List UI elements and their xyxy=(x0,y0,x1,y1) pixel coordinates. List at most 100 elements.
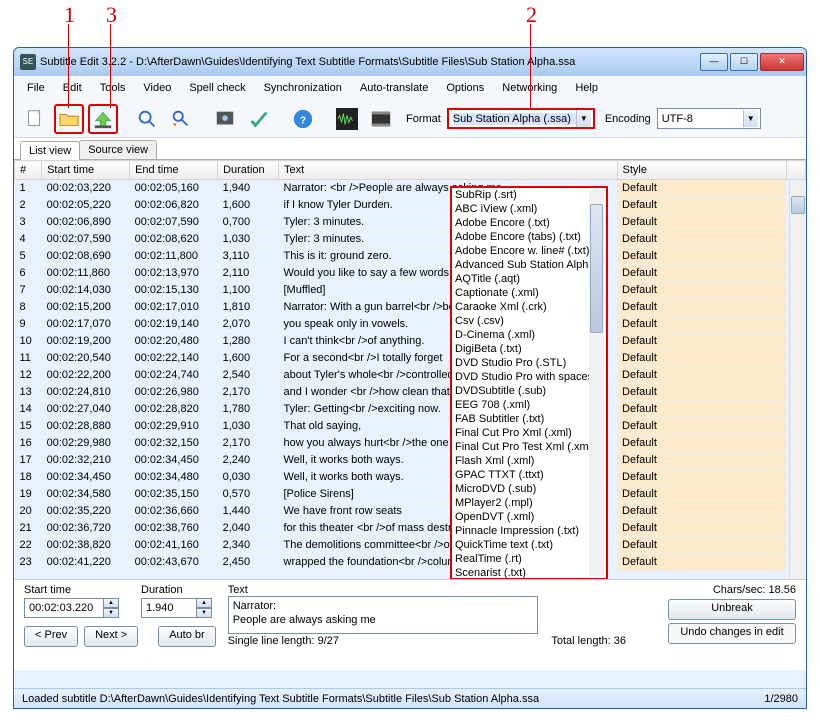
table-row[interactable]: 100:02:03,22000:02:05,1601,940Narrator: … xyxy=(15,180,806,197)
text-input[interactable]: Narrator:People are always asking me xyxy=(228,596,538,634)
help-button[interactable]: ? xyxy=(288,104,318,134)
dropdown-item[interactable]: Final Cut Pro Xml (.xml) xyxy=(452,426,606,440)
dropdown-item[interactable]: Scenarist (.txt) xyxy=(452,566,606,578)
table-row[interactable]: 2300:02:41,22000:02:43,6702,450wrapped t… xyxy=(15,554,806,571)
charssec-label: Chars/sec: 18.56 xyxy=(713,584,796,596)
visual-sync-button[interactable] xyxy=(210,104,240,134)
dropdown-item[interactable]: EEG 708 (.xml) xyxy=(452,398,606,412)
dropdown-item[interactable]: AQTitle (.aqt) xyxy=(452,272,606,286)
table-row[interactable]: 1400:02:27,04000:02:28,8201,780Tyler: Ge… xyxy=(15,401,806,418)
subtitle-grid[interactable]: # Start time End time Duration Text Styl… xyxy=(14,160,806,580)
starttime-input[interactable]: 00:02:03.220 xyxy=(24,598,104,618)
col-end[interactable]: End time xyxy=(130,161,218,180)
col-num[interactable]: # xyxy=(15,161,42,180)
replace-button[interactable] xyxy=(166,104,196,134)
table-row[interactable]: 300:02:06,89000:02:07,5900,700Tyler: 3 m… xyxy=(15,214,806,231)
close-button[interactable]: ✕ xyxy=(760,53,804,71)
tab-listview[interactable]: List view xyxy=(20,141,80,160)
menu-tools[interactable]: Tools xyxy=(91,79,135,97)
dropdown-item[interactable]: DigiBeta (.txt) xyxy=(452,342,606,356)
menu-spellcheck[interactable]: Spell check xyxy=(180,79,254,97)
col-style[interactable]: Style xyxy=(617,161,786,180)
duration-spinner[interactable]: ▲▼ xyxy=(196,598,212,618)
dropdown-item[interactable]: QuickTime text (.txt) xyxy=(452,538,606,552)
grid-scrollbar[interactable] xyxy=(789,182,806,579)
table-row[interactable]: 800:02:15,20000:02:17,0101,810Narrator: … xyxy=(15,299,806,316)
menu-options[interactable]: Options xyxy=(437,79,493,97)
menu-help[interactable]: Help xyxy=(566,79,607,97)
table-row[interactable]: 600:02:11,86000:02:13,9702,110Would you … xyxy=(15,265,806,282)
maximize-button[interactable]: ☐ xyxy=(730,53,758,71)
dropdown-item[interactable]: GPAC TTXT (.ttxt) xyxy=(452,468,606,482)
table-row[interactable]: 1200:02:22,20000:02:24,7402,540about Tyl… xyxy=(15,367,806,384)
next-button[interactable]: Next > xyxy=(84,626,138,647)
open-file-button[interactable] xyxy=(54,104,84,134)
new-button[interactable] xyxy=(20,104,50,134)
col-text[interactable]: Text xyxy=(279,161,618,180)
dropdown-item[interactable]: Caraoke Xml (.crk) xyxy=(452,300,606,314)
table-row[interactable]: 700:02:14,03000:02:15,1301,100[Muffled]D… xyxy=(15,282,806,299)
scrollbar-thumb[interactable] xyxy=(791,196,805,214)
table-row[interactable]: 400:02:07,59000:02:08,6201,030Tyler: 3 m… xyxy=(15,231,806,248)
dropdown-item[interactable]: Advanced Sub Station Alpha xyxy=(452,258,606,272)
table-row[interactable]: 1500:02:28,88000:02:29,9101,030That old … xyxy=(15,418,806,435)
dropdown-item[interactable]: Csv (.csv) xyxy=(452,314,606,328)
col-start[interactable]: Start time xyxy=(42,161,130,180)
dropdown-item[interactable]: Adobe Encore (.txt) xyxy=(452,216,606,230)
spellcheck-button[interactable] xyxy=(244,104,274,134)
menu-video[interactable]: Video xyxy=(134,79,180,97)
menu-edit[interactable]: Edit xyxy=(54,79,91,97)
table-row[interactable]: 1000:02:19,20000:02:20,4801,280I can't t… xyxy=(15,333,806,350)
dropdown-item[interactable]: Adobe Encore w. line# (.txt) xyxy=(452,244,606,258)
titlebar[interactable]: SE Subtitle Edit 3.2.2 - D:\AfterDawn\Gu… xyxy=(14,48,806,76)
table-row[interactable]: 1100:02:20,54000:02:22,1401,600For a sec… xyxy=(15,350,806,367)
find-button[interactable] xyxy=(132,104,162,134)
dropdown-item[interactable]: MicroDVD (.sub) xyxy=(452,482,606,496)
table-row[interactable]: 2100:02:36,72000:02:38,7602,040for this … xyxy=(15,520,806,537)
dropdown-item[interactable]: OpenDVT (.xml) xyxy=(452,510,606,524)
table-row[interactable]: 1300:02:24,81000:02:26,9802,170and I won… xyxy=(15,384,806,401)
dropdown-item[interactable]: Adobe Encore (tabs) (.txt) xyxy=(452,230,606,244)
prev-button[interactable]: < Prev xyxy=(24,626,78,647)
waveform-button[interactable] xyxy=(332,104,362,134)
minimize-button[interactable]: — xyxy=(700,53,728,71)
dropdown-item[interactable]: Flash Xml (.xml) xyxy=(452,454,606,468)
table-row[interactable]: 900:02:17,07000:02:19,1402,070you speak … xyxy=(15,316,806,333)
menu-sync[interactable]: Synchronization xyxy=(255,79,351,97)
dropdown-item[interactable]: RealTime (.rt) xyxy=(452,552,606,566)
menu-autotranslate[interactable]: Auto-translate xyxy=(351,79,437,97)
table-row[interactable]: 500:02:08,69000:02:11,8003,110This is it… xyxy=(15,248,806,265)
dropdown-scrollbar[interactable] xyxy=(589,190,604,576)
dropdown-item[interactable]: ABC iView (.xml) xyxy=(452,202,606,216)
table-row[interactable]: 200:02:05,22000:02:06,8201,600if I know … xyxy=(15,197,806,214)
dropdown-item[interactable]: DVD Studio Pro (.STL) xyxy=(452,356,606,370)
dropdown-item[interactable]: D-Cinema (.xml) xyxy=(452,328,606,342)
dropdown-item[interactable]: DVD Studio Pro with spaces xyxy=(452,370,606,384)
undo-button[interactable]: Undo changes in edit xyxy=(668,623,796,644)
dropdown-item[interactable]: Pinnacle Impression (.txt) xyxy=(452,524,606,538)
table-row[interactable]: 1800:02:34,45000:02:34,4800,030Well, it … xyxy=(15,469,806,486)
table-row[interactable]: 2000:02:35,22000:02:36,6601,440We have f… xyxy=(15,503,806,520)
encoding-combo[interactable]: UTF-8 ▼ xyxy=(657,108,761,129)
table-row[interactable]: 2200:02:38,82000:02:41,1602,340The demol… xyxy=(15,537,806,554)
table-row[interactable]: 1600:02:29,98000:02:32,1502,170how you a… xyxy=(15,435,806,452)
video-button[interactable] xyxy=(366,104,396,134)
dropdown-item[interactable]: Captionate (.xml) xyxy=(452,286,606,300)
dropdown-item[interactable]: MPlayer2 (.mpl) xyxy=(452,496,606,510)
table-row[interactable]: 1700:02:32,21000:02:34,4502,240Well, it … xyxy=(15,452,806,469)
format-combo[interactable]: Sub Station Alpha (.ssa) ▼ xyxy=(447,108,595,129)
col-dur[interactable]: Duration xyxy=(218,161,279,180)
menu-file[interactable]: File xyxy=(18,79,54,97)
table-row[interactable]: 1900:02:34,58000:02:35,1500,570[Police S… xyxy=(15,486,806,503)
dropdown-item[interactable]: SubRip (.srt) xyxy=(452,188,606,202)
starttime-spinner[interactable]: ▲▼ xyxy=(103,598,119,618)
tab-sourceview[interactable]: Source view xyxy=(79,140,157,159)
dropdown-item[interactable]: FAB Subtitler (.txt) xyxy=(452,412,606,426)
autobr-button[interactable]: Auto br xyxy=(158,626,215,647)
unbreak-button[interactable]: Unbreak xyxy=(668,599,796,620)
dropdown-item[interactable]: Final Cut Pro Test Xml (.xml) xyxy=(452,440,606,454)
dropdown-item[interactable]: DVDSubtitle (.sub) xyxy=(452,384,606,398)
save-button[interactable] xyxy=(88,104,118,134)
duration-input[interactable]: 1.940 xyxy=(141,598,197,618)
scrollbar-thumb[interactable] xyxy=(590,204,603,333)
